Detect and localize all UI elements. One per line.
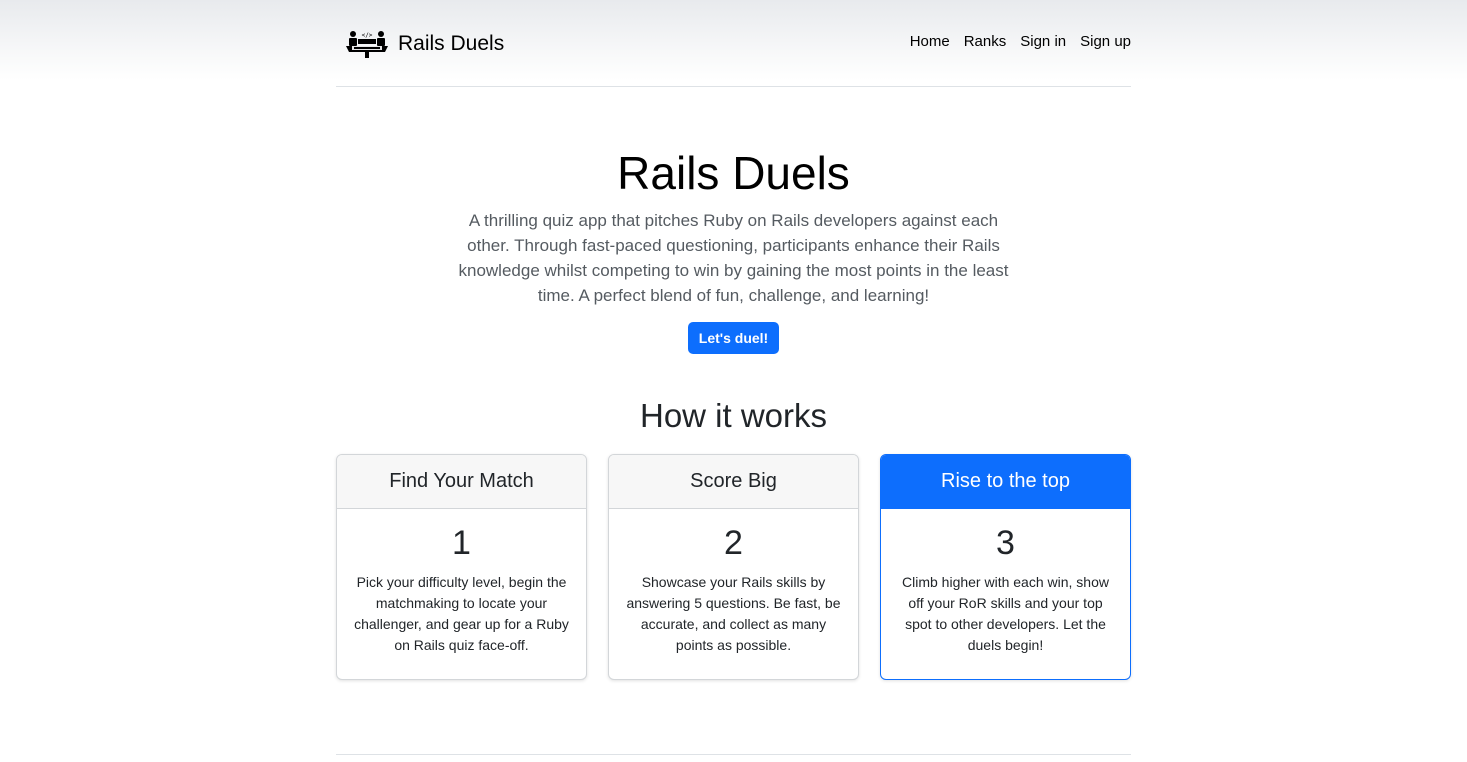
card-header: Find Your Match: [337, 455, 586, 509]
site-header: </> Rails Duels Home Ranks Sign in Sign …: [336, 0, 1131, 87]
card-body: 3 Climb higher with each win, show off y…: [881, 509, 1130, 656]
card-text: Showcase your Rails skills by answering …: [626, 574, 841, 653]
lets-duel-button[interactable]: Let's duel!: [687, 322, 780, 354]
how-it-works-title: How it works: [639, 397, 828, 434]
how-it-works-section: How it works Find Your Match 1 Pick your…: [336, 396, 1131, 680]
card-step-number: 1: [452, 524, 471, 562]
hero-description: A thrilling quiz app that pitches Ruby o…: [458, 211, 1009, 305]
card-step-number: 2: [724, 524, 743, 562]
step-card-rise-to-the-top: Rise to the top 3 Climb higher with each…: [880, 454, 1131, 680]
step-card-find-your-match: Find Your Match 1 Pick your difficulty l…: [336, 454, 587, 680]
steps-card-group: Find Your Match 1 Pick your difficulty l…: [336, 454, 1131, 680]
nav-ranks-link[interactable]: Ranks: [964, 33, 1007, 50]
card-body: 1 Pick your difficulty level, begin the …: [337, 509, 586, 656]
card-text: Pick your difficulty level, begin the ma…: [354, 574, 569, 653]
card-header: Rise to the top: [881, 455, 1130, 509]
card-step-number: 3: [996, 524, 1015, 562]
step-card-score-big: Score Big 2 Showcase your Rails skills b…: [608, 454, 859, 680]
svg-text:</>: </>: [362, 32, 373, 39]
nav-sign-in-link[interactable]: Sign in: [1020, 33, 1066, 50]
rails-duels-logo-icon: </>: [346, 31, 388, 58]
hero-section: Rails Duels A thrilling quiz app that pi…: [336, 87, 1131, 354]
footer-divider: [336, 754, 1131, 755]
page-container: </> Rails Duels Home Ranks Sign in Sign …: [336, 0, 1131, 680]
main-nav: Home Ranks Sign in Sign up: [910, 33, 1131, 50]
brand-name: Rails Duels: [398, 32, 505, 55]
card-header: Score Big: [609, 455, 858, 509]
card-body: 2 Showcase your Rails skills by answerin…: [609, 509, 858, 656]
nav-home-link[interactable]: Home: [910, 33, 950, 50]
card-text: Climb higher with each win, show off you…: [902, 574, 1109, 653]
hero-title: Rails Duels: [617, 147, 850, 199]
brand-link[interactable]: </> Rails Duels: [344, 29, 504, 59]
nav-sign-up-link[interactable]: Sign up: [1080, 33, 1131, 50]
